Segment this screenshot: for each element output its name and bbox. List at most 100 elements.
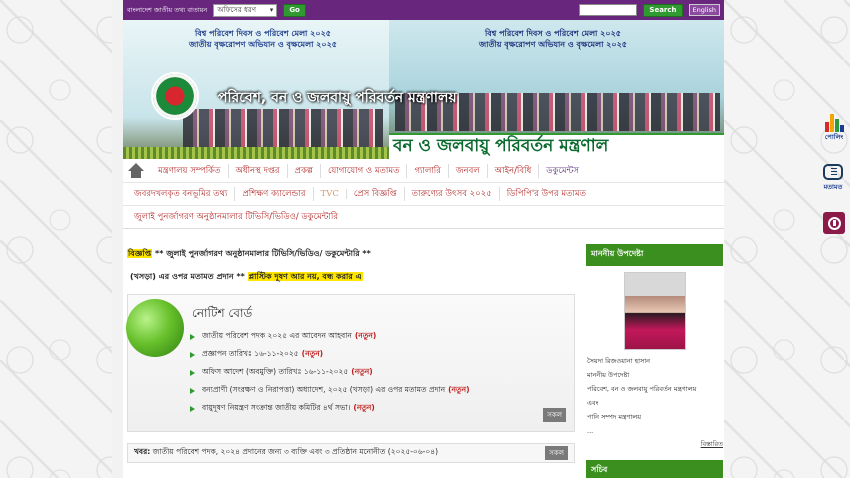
list-item[interactable]: বায়ুদূষণ নিয়ন্ত্রণ সংক্রান্ত জাতীয় কম… (190, 403, 470, 415)
banner-event-title-right-line1: বিশ্ব পরিবেশ দিবস ও পরিবেশ মেলা ২০২৫ (485, 29, 621, 38)
main-navigation: মন্ত্রণালয় সম্পর্কিত অধীনস্থ দপ্তর প্রক… (123, 159, 724, 229)
ticker-text: ** জুলাই পুনর্জাগরণ অনুষ্ঠানমালার টিভিসি… (152, 249, 371, 258)
banner-ministry-strip: বন ও জলবায়ু পরিবর্তন মন্ত্রণাল (389, 133, 724, 159)
notice-board: নোটিশ বোর্ড জাতীয় পরিবেশ পদক ২০২৫ এর আব… (126, 294, 575, 432)
nav-item-contact[interactable]: যোগাযোগ ও মতামত (321, 163, 408, 178)
home-icon[interactable] (127, 162, 145, 179)
nav-item-tvc[interactable]: TVC (314, 189, 347, 199)
adviser-line: এবং (587, 399, 599, 407)
notice-all-button[interactable]: সকল (543, 408, 566, 422)
nav-item-projects[interactable]: প্রকল্প (288, 163, 321, 178)
nav-item-about-ministry[interactable]: মন্ত্রণালয় সম্পর্কিত (151, 163, 229, 178)
adviser-line: মাননীয় উপদেষ্টা (587, 371, 630, 379)
globe-icon (126, 299, 184, 357)
adviser-details-link[interactable]: বিস্তারিত (586, 439, 723, 450)
new-badge: (নতুন) (301, 349, 324, 358)
top-bar: বাংলাদেশ জাতীয় তথ্য বাতায়ন অফিসের ধরণ … (123, 0, 724, 20)
notice-text: বন্যপ্রাণী (সংরক্ষণ ও নিরাপত্তা) অধ্যাদে… (202, 385, 446, 394)
ticker-highlight: প্লাস্টিক দূষণ আর নয়, বন্ধ করার এ (247, 272, 363, 281)
arrow-right-icon (190, 334, 195, 340)
news-text[interactable]: জাতীয় পরিবেশ পদক, ২০২৪ প্রদানের জন্য ৩ … (153, 447, 438, 459)
home-icon-base (131, 170, 141, 178)
news-bar: খবর: জাতীয় পরিবেশ পদক, ২০২৪ প্রদানের জন… (127, 443, 575, 463)
nav-item-youth-festival[interactable]: তারুণ্যের উৎসব ২০২৫ (405, 187, 500, 201)
adviser-line: পরিবেশ, বন ও জলবায়ু পরিবর্তন মন্ত্রণালয… (587, 385, 697, 393)
secretary-heading: সচিব (586, 460, 723, 478)
list-item[interactable]: প্রজ্ঞাপন তারিখঃ ১৬-১১-২০২৫ (নতুন) (190, 349, 470, 361)
new-badge: (নতুন) (354, 331, 377, 340)
office-type-select[interactable]: অফিসের ধরণ ▾ (213, 3, 278, 17)
notice-ticker-2[interactable]: (খসড়া) এর ওপর মতামত প্রদান ** প্লাস্টিক… (127, 271, 575, 284)
list-item[interactable]: অফিস আদেশ (অবমুক্তি) তারিখঃ ১৬-১১-২০২৫ (ন… (190, 367, 470, 379)
accessibility-button[interactable] (823, 212, 845, 234)
page-backdrop-right (724, 0, 850, 478)
chevron-down-icon: ▾ (269, 6, 274, 14)
nav-item-dpp-opinion[interactable]: ডিপিপি'র উপর মতামত (500, 187, 593, 201)
banner-grass (123, 147, 389, 159)
page-backdrop-left (0, 0, 112, 478)
right-sidebar: মাননীয় উপদেষ্টা সৈয়দা রিজওয়ানা হাসান … (586, 244, 723, 478)
adviser-photo (623, 272, 686, 350)
ticker-label: বিজ্ঞপ্তি (127, 249, 153, 258)
adviser-line: সৈয়দা রিজওয়ানা হাসান (587, 357, 651, 365)
office-type-select-label: অফিসের ধরণ (217, 6, 257, 14)
nav-item-manpower[interactable]: জনবল (449, 163, 488, 178)
search-input[interactable] (579, 4, 638, 16)
adviser-info: সৈয়দা রিজওয়ানা হাসান মাননীয় উপদেষ্টা … (586, 354, 723, 438)
list-item[interactable]: জাতীয় পরিবেশ পদক ২০২৫ এর আবেদন আহবান (নত… (190, 331, 470, 343)
nav-row-1: মন্ত্রণালয় সম্পর্কিত অধীনস্থ দপ্তর প্রক… (123, 159, 724, 182)
poll-widget[interactable]: পোলিং (822, 114, 846, 143)
search-button[interactable]: Search (643, 3, 683, 17)
adviser-heading: মাননীয় উপদেষ্টা (586, 244, 723, 266)
nav-row-2: জবরদখলকৃত বনভূমির তথ্য প্রশিক্ষণ ক্যালেন… (123, 182, 724, 205)
news-label: খবর: (134, 447, 151, 456)
content-column: বিজ্ঞপ্তি ** জুলাই পুনর্জাগরণ অনুষ্ঠানমা… (126, 248, 575, 463)
poll-label: পোলিং (824, 133, 844, 141)
bar-chart-icon-bar (839, 125, 844, 132)
notice-text: জাতীয় পরিবেশ পদক ২০২৫ এর আবেদন আহবান (202, 331, 352, 340)
bar-chart-icon-bar (829, 114, 834, 132)
banner-event-title-left-line2: জাতীয় বৃক্ষরোপণ অভিযান ও বৃক্ষমেলা ২০২৫ (189, 40, 337, 49)
page-container: বাংলাদেশ জাতীয় তথ্য বাতায়ন অফিসের ধরণ … (123, 0, 724, 478)
nav-item-july-documentary[interactable]: জুলাই পুনর্জাগরণ অনুষ্ঠানমালার টিভিসি/ভি… (127, 210, 345, 224)
nav-item-forest-land[interactable]: জবরদখলকৃত বনভূমির তথ্য (127, 187, 236, 201)
banner-people-left (183, 109, 383, 147)
arrow-right-icon (190, 370, 195, 376)
nav-item-subordinate-offices[interactable]: অধীনস্থ দপ্তর (229, 163, 288, 178)
notice-text: অফিস আদেশ (অবমুক্তি) তারিখঃ ১৬-১১-২০২৫ (202, 367, 349, 376)
notice-text: বায়ুদূষণ নিয়ন্ত্রণ সংক্রান্ত জাতীয় কম… (202, 403, 351, 412)
accessibility-icon (827, 216, 841, 230)
nav-row-3: জুলাই পুনর্জাগরণ অনুষ্ঠানমালার টিভিসি/ভি… (123, 205, 724, 228)
chat-bubble-icon (823, 164, 843, 180)
bar-chart-icon (822, 114, 846, 132)
arrow-right-icon (190, 388, 195, 394)
arrow-right-icon (190, 406, 195, 412)
notice-text: প্রজ্ঞাপন তারিখঃ ১৬-১১-২০২৫ (202, 349, 299, 358)
english-language-button[interactable]: English (688, 4, 720, 16)
list-item[interactable]: বন্যপ্রাণী (সংরক্ষণ ও নিরাপত্তা) অধ্যাদে… (190, 385, 470, 397)
government-seal-logo[interactable] (151, 72, 199, 120)
nav-item-documents[interactable]: ডকুমেন্টস (539, 164, 586, 178)
adviser-line: পানি সম্পদ মন্ত্রণালয় (587, 413, 642, 421)
go-button[interactable]: Go (283, 3, 306, 17)
header-banner: বিশ্ব পরিবেশ দিবস ও পরিবেশ মেলা ২০২৫ জাত… (123, 20, 724, 159)
banner-event-title-left-line1: বিশ্ব পরিবেশ দিবস ও পরিবেশ মেলা ২০২৫ (195, 29, 331, 38)
nav-item-gallery[interactable]: গ্যালারি (407, 163, 449, 178)
notice-board-title: নোটিশ বোর্ড (192, 306, 253, 320)
home-icon-roof (128, 162, 144, 171)
opinion-label: মতামত (823, 183, 843, 191)
opinion-widget[interactable]: মতামত (820, 164, 846, 193)
bar-chart-icon-bar (834, 119, 839, 132)
ticker-text-2: (খসড়া) এর ওপর মতামত প্রদান ** (130, 272, 248, 281)
nav-item-press-release[interactable]: প্রেস বিজ্ঞপ্তি (347, 187, 405, 201)
ministry-name: পরিবেশ, বন ও জলবায়ু পরিবর্তন মন্ত্রণালয… (218, 90, 457, 106)
bar-chart-icon-bar (824, 122, 829, 132)
national-portal-link[interactable]: বাংলাদেশ জাতীয় তথ্য বাতায়ন (127, 5, 207, 16)
new-badge: (নতুন) (351, 367, 373, 376)
notice-ticker[interactable]: বিজ্ঞপ্তি ** জুলাই পুনর্জাগরণ অনুষ্ঠানমা… (127, 248, 575, 261)
adviser-line: ... (587, 427, 594, 435)
banner-event-title-left: বিশ্ব পরিবেশ দিবস ও পরিবেশ মেলা ২০২৫ জাত… (163, 28, 363, 50)
nav-item-laws[interactable]: আইন/বিধি (488, 163, 540, 178)
news-all-button[interactable]: সকল (545, 446, 568, 460)
nav-item-training-calendar[interactable]: প্রশিক্ষণ ক্যালেন্ডার (235, 187, 314, 201)
